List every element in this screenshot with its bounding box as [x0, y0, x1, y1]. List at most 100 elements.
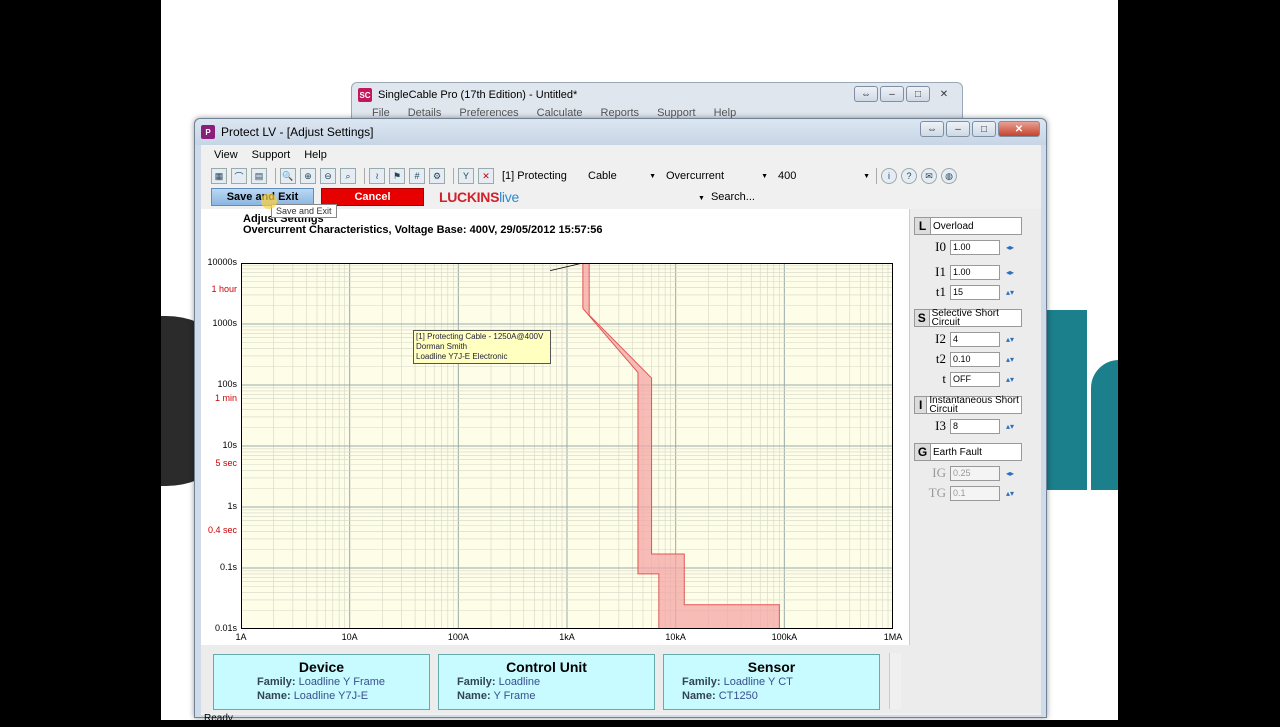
- family-value: Loadline: [498, 676, 541, 688]
- app-icon: SC: [358, 88, 372, 102]
- up-down-spin-icon[interactable]: ▴▾: [1006, 375, 1014, 384]
- t-input[interactable]: [950, 371, 1000, 387]
- chevron-down-icon: ▼: [761, 172, 768, 180]
- window-title: Protect LV - [Adjust Settings]: [221, 125, 374, 139]
- filter-icon[interactable]: Y: [458, 168, 474, 184]
- cards-scrollbar[interactable]: [889, 653, 901, 709]
- ig-input[interactable]: [950, 465, 1000, 481]
- y-tick-label: 1 hour: [211, 284, 237, 295]
- up-down-spin-icon[interactable]: ▴▾: [1006, 422, 1014, 431]
- left-right-spin-icon[interactable]: ◂▸: [1006, 268, 1014, 277]
- row-t1: t1 ▴▾: [914, 284, 1022, 300]
- row-tg: TG ▴▾: [914, 485, 1022, 501]
- y-tick-label: 5 sec: [215, 458, 237, 469]
- annotation-line: Loadline Y7J-E Electronic: [416, 352, 508, 361]
- tg-input[interactable]: [950, 485, 1000, 501]
- graph-area[interactable]: Adjust Settings Overcurrent Characterist…: [201, 209, 909, 645]
- x-tick-label: 10kA: [665, 632, 686, 642]
- i2-input[interactable]: [950, 331, 1000, 347]
- row-i1: I1 ◂▸: [914, 264, 1022, 280]
- i1-label: I1: [935, 264, 946, 279]
- i3-input[interactable]: [950, 418, 1000, 434]
- voltage-value: 400: [778, 170, 797, 182]
- y-tick-label: 1s: [227, 501, 237, 511]
- up-down-spin-icon[interactable]: ▴▾: [1006, 288, 1014, 297]
- web-icon[interactable]: ◍: [941, 168, 957, 184]
- menu-item-view[interactable]: View: [214, 149, 238, 161]
- menu-item-help[interactable]: Help: [304, 149, 327, 161]
- zoom-out-icon[interactable]: ⊖: [320, 168, 336, 184]
- luckins-live-logo[interactable]: LUCKINSlive: [439, 189, 519, 205]
- status-bar: Ready...: [204, 713, 241, 724]
- i0-label: I0: [935, 239, 946, 254]
- up-down-spin-icon[interactable]: ▴▾: [1006, 489, 1014, 498]
- plot-area[interactable]: [240, 262, 894, 632]
- i1-input[interactable]: [950, 264, 1000, 280]
- back-window-title: SingleCable Pro (17th Edition) - Untitle…: [378, 89, 578, 101]
- tooltip: Save and Exit: [271, 204, 337, 218]
- device-card[interactable]: Device Family: Loadline Y Frame Name: Lo…: [213, 654, 430, 710]
- menu-item-support[interactable]: Support: [252, 149, 291, 161]
- curve-annotation[interactable]: [1] Protecting Cable - 1250A@400V Dorman…: [413, 330, 551, 364]
- help-icon[interactable]: ?: [901, 168, 917, 184]
- maximize-button[interactable]: □: [972, 121, 996, 137]
- email-icon[interactable]: ✉: [921, 168, 937, 184]
- y-tick-label: 100s: [217, 379, 237, 389]
- y-tick-label: 10s: [222, 440, 237, 450]
- search-link[interactable]: ▼ Search...: [698, 191, 755, 203]
- ig-label: IG: [932, 465, 946, 480]
- close-button[interactable]: ✕: [998, 121, 1040, 137]
- logo-main: LUCKINS: [439, 189, 500, 205]
- tcc-chart[interactable]: [240, 262, 894, 630]
- t-label: t: [942, 371, 946, 386]
- tg-label: TG: [928, 485, 946, 500]
- x-tick-label: 1A: [235, 632, 247, 642]
- zoom-in-icon[interactable]: 🔍: [280, 168, 296, 184]
- title-bar: P Protect LV - [Adjust Settings] ⇔ – □ ✕: [195, 119, 1046, 145]
- mode-select[interactable]: Overcurrent ▼: [666, 168, 770, 184]
- grid-toggle-icon[interactable]: #: [409, 168, 425, 184]
- up-down-spin-icon[interactable]: ▴▾: [1006, 355, 1014, 364]
- restore-icon[interactable]: ⇔: [854, 86, 878, 102]
- sensor-card[interactable]: Sensor Family: Loadline Y CT Name: CT125…: [663, 654, 880, 710]
- settings-icon[interactable]: ⚙: [429, 168, 445, 184]
- name-value: Y Frame: [493, 690, 536, 702]
- x-tick-label: 10A: [341, 632, 358, 642]
- grid-icon[interactable]: ▤: [251, 168, 267, 184]
- device-icon[interactable]: ⚑: [389, 168, 405, 184]
- section-overload: L Overload: [914, 217, 1022, 235]
- voltage-select[interactable]: 400 ▼: [778, 168, 872, 184]
- y-tick-label: 0.1s: [219, 562, 237, 572]
- t2-input[interactable]: [950, 351, 1000, 367]
- left-right-spin-icon[interactable]: ◂▸: [1006, 469, 1014, 478]
- section-name: Earth Fault: [933, 446, 982, 458]
- cable-select[interactable]: Cable ▼: [588, 168, 658, 184]
- left-right-spin-icon[interactable]: ◂▸: [1006, 243, 1014, 252]
- graph-title: Overcurrent Characteristics, Voltage Bas…: [243, 224, 603, 236]
- curve-icon[interactable]: ⌒: [231, 168, 247, 184]
- close-icon[interactable]: ✕: [932, 86, 956, 102]
- control-unit-card[interactable]: Control Unit Family: Loadline Name: Y Fr…: [438, 654, 655, 710]
- up-down-spin-icon[interactable]: ▴▾: [1006, 335, 1014, 344]
- zoom-fit-icon[interactable]: ⊕: [300, 168, 316, 184]
- maximize-button[interactable]: □: [906, 86, 930, 102]
- name-value: Loadline Y7J-E: [293, 690, 369, 702]
- protecting-label: [1] Protecting: [502, 170, 567, 182]
- minimize-button[interactable]: –: [880, 86, 904, 102]
- t1-label: t1: [935, 284, 946, 299]
- row-i0: I0 ◂▸: [914, 239, 1022, 255]
- name-label: Name:: [457, 690, 491, 702]
- y-tick-label: 1 min: [214, 392, 237, 403]
- row-ig: IG ◂▸: [914, 465, 1022, 481]
- annotation-line: [1] Protecting Cable - 1250A@400V: [416, 332, 544, 341]
- delete-icon[interactable]: ✕: [478, 168, 494, 184]
- minimize-button[interactable]: –: [946, 121, 970, 137]
- graph-view-icon[interactable]: ▦: [211, 168, 227, 184]
- t1-input[interactable]: [950, 284, 1000, 300]
- cable-icon[interactable]: ≀: [369, 168, 385, 184]
- zoom-reset-icon[interactable]: ⌕: [340, 168, 356, 184]
- section-name: Selective Short Circuit: [931, 308, 999, 328]
- info-icon[interactable]: i: [881, 168, 897, 184]
- i0-input[interactable]: [950, 239, 1000, 255]
- restore-icon[interactable]: ⇔: [920, 121, 944, 137]
